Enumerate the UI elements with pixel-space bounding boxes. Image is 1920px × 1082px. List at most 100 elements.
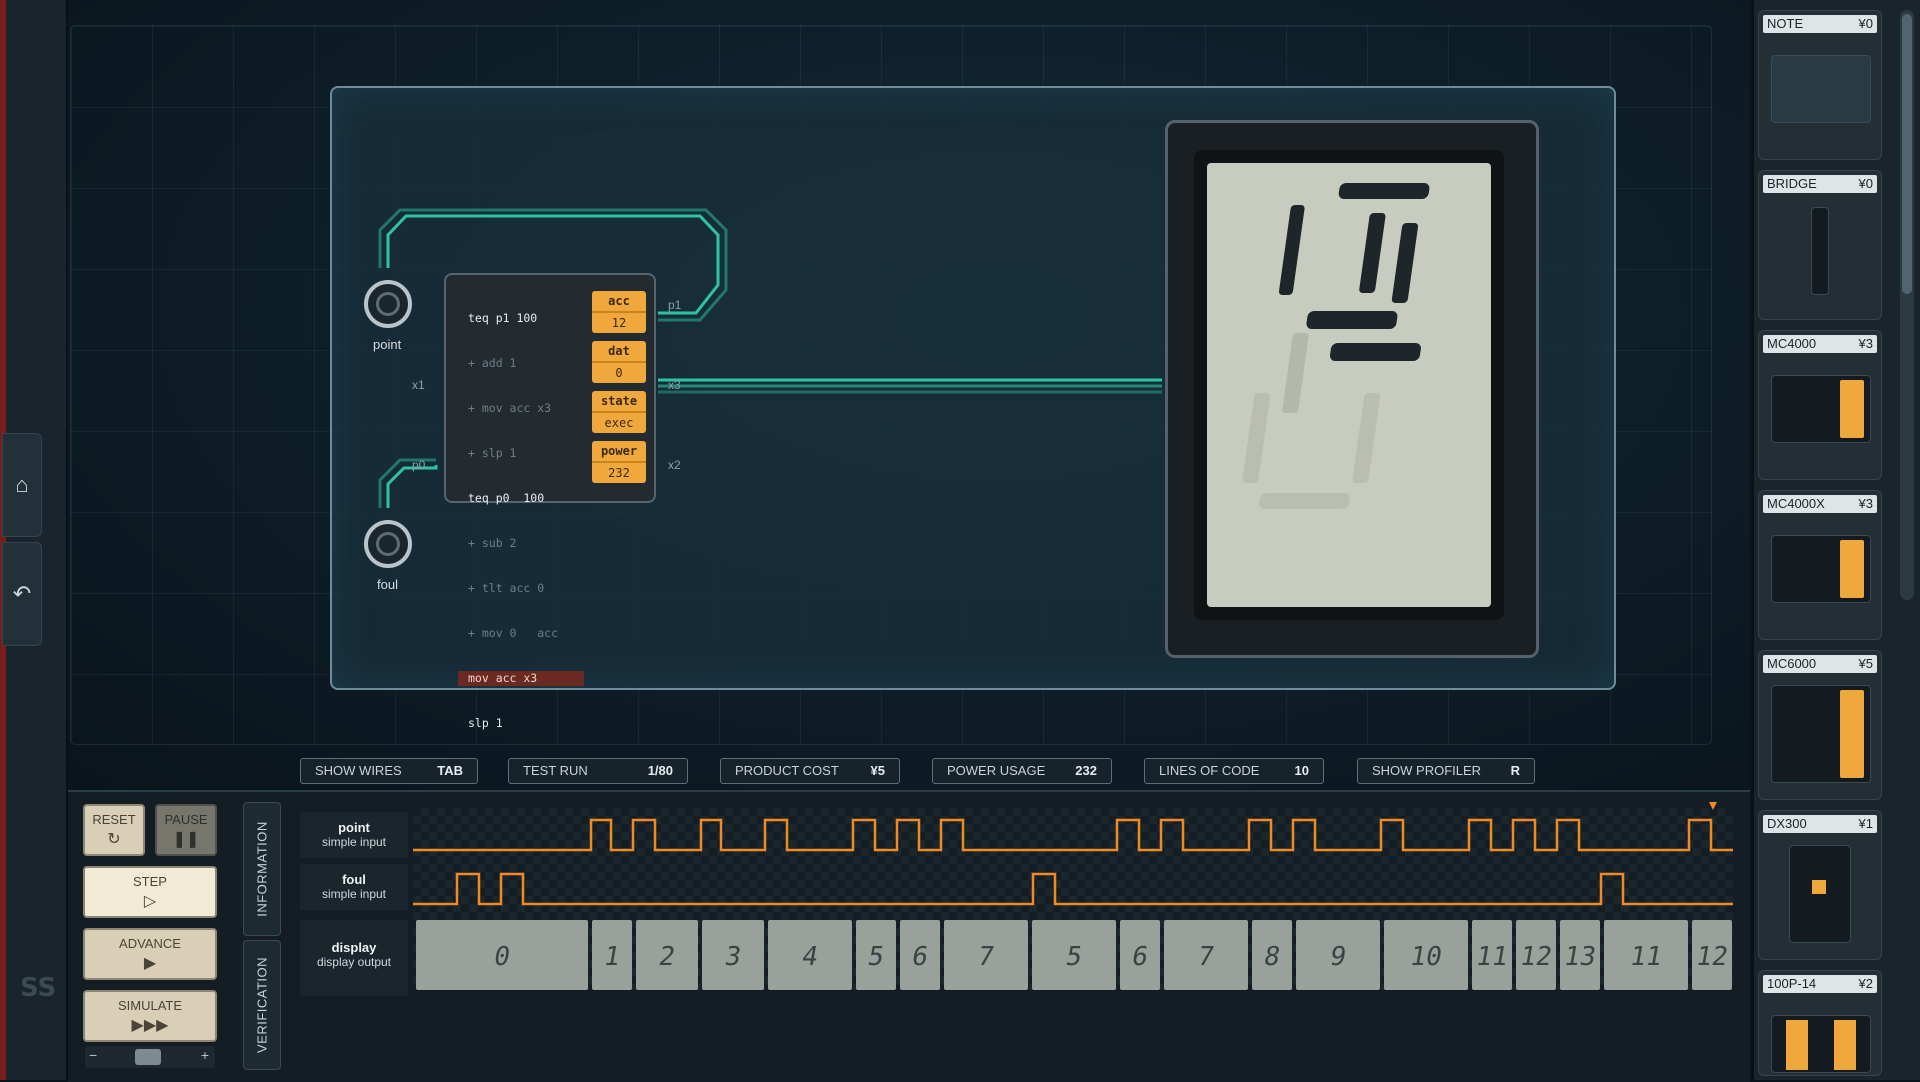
row-type: simple input (321, 887, 387, 901)
signal-traces (413, 802, 1733, 906)
show-wires-label: SHOW WIRES (315, 763, 402, 778)
palette-item-header: BRIDGE ¥0 (1763, 175, 1877, 193)
palette-item-header: MC4000X ¥3 (1763, 495, 1877, 513)
display-cell: 6 (900, 920, 940, 990)
palette-item-dx300[interactable]: DX300 ¥1 (1758, 810, 1882, 960)
point-input-port[interactable] (364, 280, 412, 328)
lcd-segment (1359, 213, 1386, 293)
code-line[interactable]: + tlt acc 0 (458, 581, 584, 596)
code-line[interactable]: slp 1 (458, 716, 584, 731)
lcd-digits (1242, 183, 1430, 509)
show-wires-toggle[interactable]: SHOW WIRES TAB (300, 758, 478, 784)
palette-item-mc6000[interactable]: MC6000 ¥5 (1758, 650, 1882, 800)
row-name: display (331, 940, 377, 955)
palette-item-price: ¥2 (1858, 976, 1873, 991)
register-value: 232 (608, 466, 630, 480)
game-logo: SS (20, 973, 57, 1003)
palette-item-bridge[interactable]: BRIDGE ¥0 (1758, 170, 1882, 320)
speed-minus[interactable]: − (89, 1047, 97, 1063)
step-button[interactable]: STEP ▷ (83, 866, 217, 918)
pause-button[interactable]: PAUSE ❚❚ (155, 804, 217, 856)
palette-item-name: MC4000X (1767, 496, 1825, 511)
palette-item-100p-14[interactable]: 100P-14 ¥2 (1758, 970, 1882, 1076)
display-cell-value: 6 (909, 942, 931, 972)
row-label-foul: foul simple input (300, 864, 408, 910)
show-profiler-key: R (1510, 763, 1520, 778)
speed-slider[interactable]: − + (85, 1046, 215, 1068)
code-line[interactable]: + slp 1 (458, 446, 584, 461)
lcd-segment (1306, 311, 1398, 329)
palette-scrollbar-thumb[interactable] (1902, 14, 1912, 294)
display-cell-value: 5 (865, 942, 887, 972)
display-cell: 13 (1560, 920, 1600, 990)
lines-of-code-stat: LINES OF CODE 10 (1144, 758, 1324, 784)
palette-item-name: MC6000 (1767, 656, 1817, 671)
row-type: simple input (321, 835, 387, 849)
reset-button[interactable]: RESET ↻ (83, 804, 145, 856)
row-label-point: point simple input (300, 812, 408, 858)
display-cell: 7 (1164, 920, 1248, 990)
pin-p1-label: p1 (668, 298, 682, 312)
test-run-stat: TEST RUN 1/80 (508, 758, 688, 784)
foul-port-label: foul (377, 577, 398, 592)
reset-label: RESET (92, 812, 136, 827)
palette-item-name: DX300 (1767, 816, 1807, 831)
display-cell: 5 (856, 920, 896, 990)
register-acc: acc 12 (592, 291, 646, 333)
palette-item-price: ¥3 (1858, 336, 1873, 351)
100p-14-icon (1771, 1015, 1871, 1073)
display-cell: 3 (702, 920, 764, 990)
code-line[interactable]: + sub 2 (458, 536, 584, 551)
display-cell-value: 1 (601, 942, 623, 972)
palette-item-header: 100P-14 ¥2 (1763, 975, 1877, 993)
lcd-segment (1278, 205, 1305, 295)
palette-item-header: DX300 ¥1 (1763, 815, 1877, 833)
pause-icon: ❚❚ (172, 831, 200, 848)
foul-input-port[interactable] (364, 520, 412, 568)
code-line[interactable]: + mov acc x3 (458, 401, 584, 416)
foul-signal-trace (413, 872, 1733, 906)
register-name: acc (592, 291, 646, 313)
show-profiler-label: SHOW PROFILER (1372, 763, 1482, 778)
speed-slider-handle[interactable] (135, 1049, 161, 1065)
show-profiler-toggle[interactable]: SHOW PROFILER R (1357, 758, 1535, 784)
palette-item-name: 100P-14 (1767, 976, 1817, 991)
register-name: dat (592, 341, 646, 363)
display-cell: 12 (1516, 920, 1556, 990)
row-label-display: display display output (300, 920, 408, 996)
palette-item-note[interactable]: NOTE ¥0 (1758, 10, 1882, 160)
simulate-button[interactable]: SIMULATE ▶▶▶ (83, 990, 217, 1042)
palette-item-price: ¥3 (1858, 496, 1873, 511)
note-icon (1771, 55, 1871, 123)
display-cell: 11 (1604, 920, 1688, 990)
palette-item-price: ¥1 (1858, 816, 1873, 831)
palette-item-mc4000x[interactable]: MC4000X ¥3 (1758, 490, 1882, 640)
code-line[interactable]: + mov 0 acc (458, 626, 584, 641)
simulate-icon: ▶▶▶ (131, 1017, 169, 1034)
tab-verification[interactable]: VERIFICATION (243, 940, 281, 1070)
simulate-label: SIMULATE (117, 998, 183, 1013)
timeline-cursor-marker (1709, 802, 1717, 810)
display-cell: 4 (768, 920, 852, 990)
mc4000-microcontroller[interactable]: teq p1 100 + add 1 + mov acc x3 + slp 1 … (444, 273, 656, 730)
display-cell-value: 7 (975, 942, 997, 972)
display-cell: 0 (416, 920, 588, 990)
display-cell: 9 (1296, 920, 1380, 990)
code-line[interactable]: teq p0 100 (458, 491, 584, 506)
lines-of-code-value: 10 (1294, 763, 1309, 778)
code-line[interactable]: + add 1 (458, 356, 584, 371)
tab-information[interactable]: INFORMATION (243, 802, 281, 936)
code-line-active[interactable]: mov acc x3 (458, 671, 584, 686)
product-cost-label: PRODUCT COST (735, 763, 839, 778)
display-cell-value: 13 (1561, 942, 1599, 972)
palette-item-header: MC6000 ¥5 (1763, 655, 1877, 673)
advance-button[interactable]: ADVANCE ▶ (83, 928, 217, 980)
code-line[interactable]: teq p1 100 (458, 311, 584, 326)
display-cell-value: 2 (656, 942, 678, 972)
tab-verification-label: VERIFICATION (254, 956, 270, 1054)
speed-plus[interactable]: + (201, 1047, 209, 1063)
display-cell: 12 (1692, 920, 1732, 990)
palette-item-mc4000[interactable]: MC4000 ¥3 (1758, 330, 1882, 480)
code-editor[interactable]: teq p1 100 + add 1 + mov acc x3 + slp 1 … (458, 281, 584, 761)
display-cell-value: 5 (1063, 942, 1085, 972)
